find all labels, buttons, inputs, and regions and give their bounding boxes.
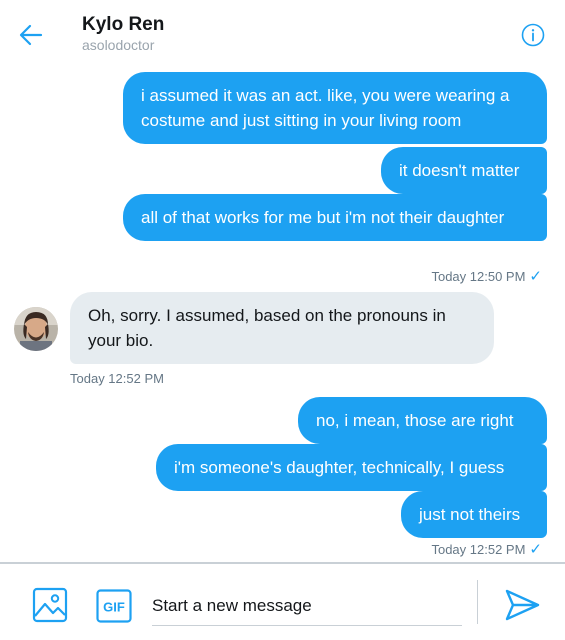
- timestamp-text: Today 12:52 PM: [70, 371, 164, 386]
- composer-separator: [477, 580, 478, 624]
- sent-message[interactable]: it doesn't matter: [381, 147, 547, 194]
- timestamp-text: Today 12:50 PM: [431, 269, 526, 284]
- conversation-header: Kylo Ren asolodoctor: [0, 0, 565, 64]
- contact-handle: asolodoctor: [82, 37, 155, 53]
- read-check-icon: ✓: [529, 541, 542, 558]
- gif-button[interactable]: GIF: [96, 589, 132, 623]
- avatar-image: [14, 307, 58, 351]
- gif-label: GIF: [103, 600, 125, 615]
- message-timestamp: Today 12:50 PM ✓: [431, 267, 542, 285]
- received-message[interactable]: Oh, sorry. I assumed, based on the prono…: [70, 292, 494, 364]
- sent-message[interactable]: just not theirs: [401, 491, 547, 538]
- gif-icon: GIF: [96, 589, 132, 623]
- avatar[interactable]: [14, 307, 58, 351]
- sent-message[interactable]: all of that works for me but i'm not the…: [123, 194, 547, 241]
- message-timestamp: Today 12:52 PM: [70, 371, 164, 386]
- info-icon[interactable]: [521, 23, 545, 47]
- send-icon[interactable]: [503, 586, 541, 624]
- image-icon[interactable]: [32, 587, 68, 623]
- sent-message[interactable]: i'm someone's daughter, technically, I g…: [156, 444, 547, 491]
- back-arrow-icon[interactable]: [18, 22, 44, 48]
- read-check-icon: ✓: [529, 268, 542, 285]
- conversation-title-block[interactable]: Kylo Ren asolodoctor: [82, 14, 164, 53]
- message-composer: GIF: [0, 564, 565, 640]
- timestamp-text: Today 12:52 PM: [431, 542, 526, 557]
- sent-message[interactable]: no, i mean, those are right: [298, 397, 547, 444]
- message-timestamp: Today 12:52 PM ✓: [431, 540, 542, 558]
- contact-name: Kylo Ren: [82, 14, 165, 35]
- sent-message[interactable]: i assumed it was an act. like, you were …: [123, 72, 547, 144]
- message-input[interactable]: [152, 586, 462, 626]
- message-thread: i assumed it was an act. like, you were …: [0, 64, 565, 562]
